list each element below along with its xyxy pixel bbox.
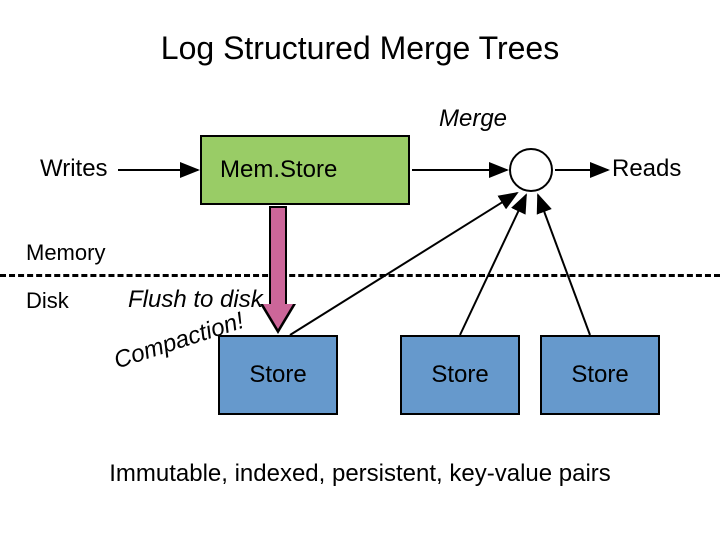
flush-label: Flush to disk bbox=[128, 286, 263, 314]
merge-label: Merge bbox=[439, 105, 507, 133]
writes-label: Writes bbox=[40, 155, 108, 183]
store-box-2: Store bbox=[400, 335, 520, 415]
diagram-title: Log Structured Merge Trees bbox=[0, 30, 720, 67]
flush-arrow bbox=[260, 206, 296, 334]
store-text-1: Store bbox=[249, 361, 306, 389]
memstore-box: Mem.Store bbox=[200, 135, 410, 205]
arrows-layer bbox=[0, 0, 720, 540]
footer-text: Immutable, indexed, persistent, key-valu… bbox=[0, 460, 720, 488]
memory-label: Memory bbox=[26, 240, 105, 266]
store-text-3: Store bbox=[571, 361, 628, 389]
store-text-2: Store bbox=[431, 361, 488, 389]
store-box-1: Store bbox=[218, 335, 338, 415]
memory-disk-divider bbox=[0, 274, 720, 277]
reads-label: Reads bbox=[612, 155, 681, 183]
disk-label: Disk bbox=[26, 288, 69, 314]
memstore-text: Mem.Store bbox=[220, 156, 337, 184]
store-box-3: Store bbox=[540, 335, 660, 415]
merge-node bbox=[509, 148, 553, 192]
